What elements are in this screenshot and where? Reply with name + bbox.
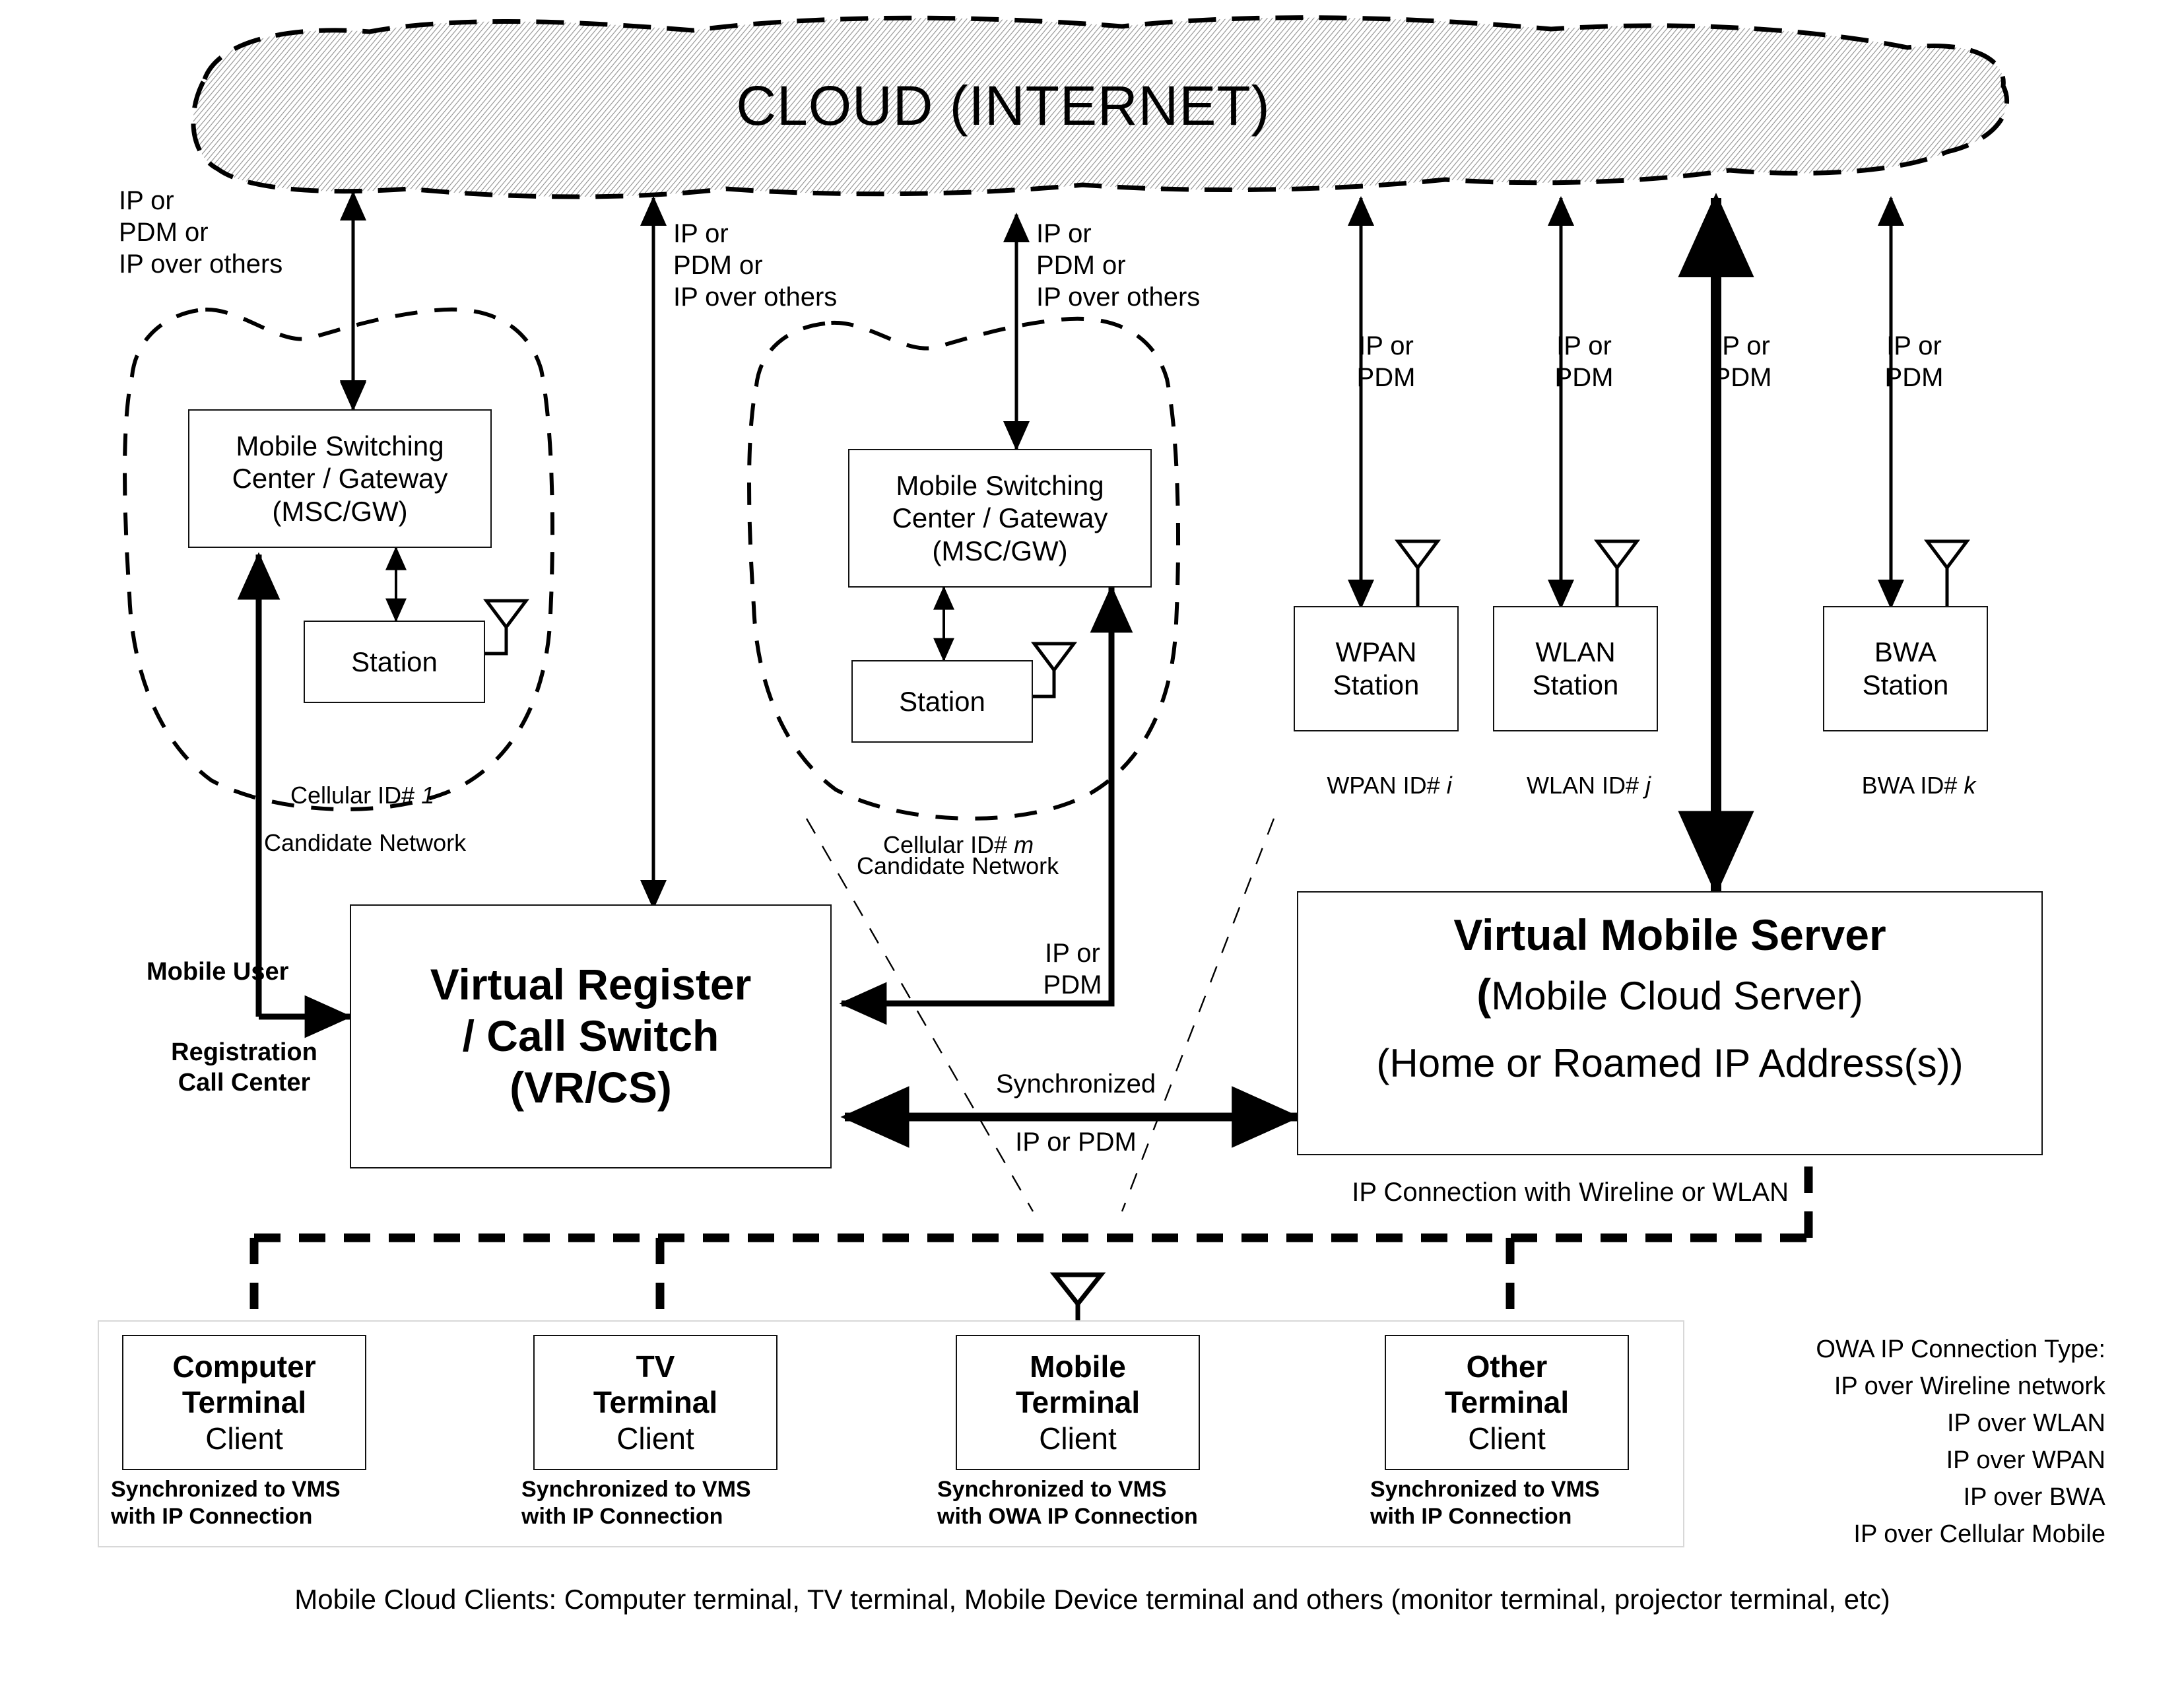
- virtual-mobile-server-box[interactable]: Virtual Mobile Server (Mobile Cloud Serv…: [1297, 891, 2043, 1155]
- cellular-id-label-1: Cellular ID# 1: [290, 782, 435, 809]
- link-label-cloud-msc1: IP or PDM or IP over others: [119, 186, 283, 279]
- owa-legend-item-2: IP over WPAN: [1946, 1446, 2105, 1474]
- station-box-1[interactable]: Station: [304, 621, 485, 703]
- terminal-note-mobile: Synchronized to VMS with OWA IP Connecti…: [937, 1477, 1198, 1529]
- terminal-client-mobile: Client: [1039, 1421, 1117, 1456]
- terminal-title-mobile: Mobile Terminal: [1015, 1349, 1141, 1420]
- vms-line3: (Home or Roamed IP Address(s)): [1376, 1040, 1964, 1085]
- diagram-canvas: CLOUD (INTERNET) IP or PDM or IP over ot…: [0, 0, 2184, 1690]
- link-label-cloud-msc2: IP or PDM or IP over others: [1036, 219, 1201, 312]
- diagram-caption: Mobile Cloud Clients: Computer terminal,…: [294, 1584, 1890, 1615]
- bwa-station-box[interactable]: BWA Station: [1823, 606, 1988, 731]
- vrcs-line2: / Call Switch: [462, 1011, 719, 1061]
- vrcs-line1: Virtual Register: [430, 960, 752, 1009]
- msc-gateway-label-1: Mobile Switching Center / Gateway (MSC/G…: [232, 430, 448, 527]
- vms-line2-paren: (: [1476, 969, 1492, 1019]
- terminal-note-tv: Synchronized to VMS with IP Connection: [521, 1477, 751, 1529]
- cloud-title: CLOUD (INTERNET): [736, 75, 1271, 137]
- owa-legend-item-1: IP over WLAN: [1946, 1409, 2105, 1437]
- link-label-msc2-vrcs: IP or PDM: [1043, 939, 1102, 999]
- link-label-cloud-wpan: IP or PDM: [1356, 331, 1416, 392]
- owa-legend-item-3: IP over BWA: [1963, 1483, 2105, 1511]
- link-label-cloud-wlan: IP or PDM: [1554, 331, 1614, 392]
- wireline-wlan-label: IP Connection with Wireline or WLAN: [1352, 1178, 1789, 1207]
- candidate-network-1-outline: [123, 307, 555, 811]
- vms-line1: Virtual Mobile Server: [1453, 910, 1886, 959]
- bwa-station-label: BWA Station: [1862, 636, 1949, 700]
- terminal-title-tv: TV Terminal: [593, 1349, 718, 1420]
- wpan-station-box[interactable]: WPAN Station: [1294, 606, 1459, 731]
- antenna-bwa: [1924, 539, 1970, 606]
- terminal-client-other: Client: [1468, 1421, 1546, 1456]
- msc-gateway-box-2[interactable]: Mobile Switching Center / Gateway (MSC/G…: [848, 449, 1152, 588]
- station-box-2[interactable]: Station: [851, 660, 1033, 743]
- terminal-box-mobile[interactable]: Mobile Terminal Client: [956, 1335, 1200, 1470]
- terminal-note-other: Synchronized to VMS with IP Connection: [1370, 1477, 1600, 1529]
- wlan-station-label: WLAN Station: [1532, 636, 1619, 700]
- antenna-wlan: [1594, 539, 1640, 606]
- cellular-id-value-1: 1: [421, 782, 435, 809]
- link-label-cloud-vrcs: IP or PDM or IP over others: [673, 219, 838, 312]
- vms-line2-text: Mobile Cloud Server): [1491, 973, 1863, 1018]
- mobile-user-label: Mobile User: [147, 958, 289, 986]
- owa-legend-item-4: IP over Cellular Mobile: [1853, 1520, 2105, 1548]
- bwa-id-label: BWA ID# k: [1861, 772, 1976, 799]
- sync-label-proto: IP or PDM: [1015, 1128, 1137, 1157]
- vrcs-line3: (VR/CS): [510, 1062, 672, 1112]
- station-label-2: Station: [899, 685, 985, 717]
- registration-call-center-label: Registration Call Center: [171, 1038, 317, 1097]
- owa-legend-title: OWA IP Connection Type:: [1816, 1335, 2105, 1363]
- terminal-title-other: Other Terminal: [1444, 1349, 1570, 1420]
- terminal-note-computer: Synchronized to VMS with IP Connection: [111, 1477, 341, 1529]
- terminal-client-computer: Client: [205, 1421, 283, 1456]
- link-label-cloud-vms: IP or PDM: [1713, 331, 1772, 392]
- terminal-box-tv[interactable]: TV Terminal Client: [533, 1335, 778, 1470]
- station-label-1: Station: [351, 646, 438, 677]
- terminal-client-tv: Client: [616, 1421, 694, 1456]
- terminal-box-computer[interactable]: Computer Terminal Client: [122, 1335, 366, 1470]
- sync-label-title: Synchronized: [995, 1069, 1156, 1098]
- wlan-station-box[interactable]: WLAN Station: [1493, 606, 1658, 731]
- wpan-station-label: WPAN Station: [1333, 636, 1420, 700]
- terminal-title-computer: Computer Terminal: [172, 1349, 316, 1420]
- wpan-id-label: WPAN ID# i: [1327, 772, 1452, 799]
- link-label-cloud-bwa: IP or PDM: [1884, 331, 1944, 392]
- owa-legend-item-0: IP over Wireline network: [1834, 1372, 2105, 1400]
- candidate-network-label-2: Candidate Network: [857, 852, 1059, 879]
- virtual-register-call-switch-box[interactable]: Virtual Register / Call Switch (VR/CS): [350, 904, 832, 1168]
- antenna-wpan: [1395, 539, 1441, 606]
- vms-line2: (Mobile Cloud Server): [1476, 969, 1863, 1021]
- candidate-network-label-1: Candidate Network: [264, 829, 467, 856]
- msc-gateway-label-2: Mobile Switching Center / Gateway (MSC/G…: [892, 469, 1108, 566]
- wlan-id-label: WLAN ID# j: [1526, 772, 1651, 799]
- msc-gateway-box-1[interactable]: Mobile Switching Center / Gateway (MSC/G…: [188, 409, 492, 548]
